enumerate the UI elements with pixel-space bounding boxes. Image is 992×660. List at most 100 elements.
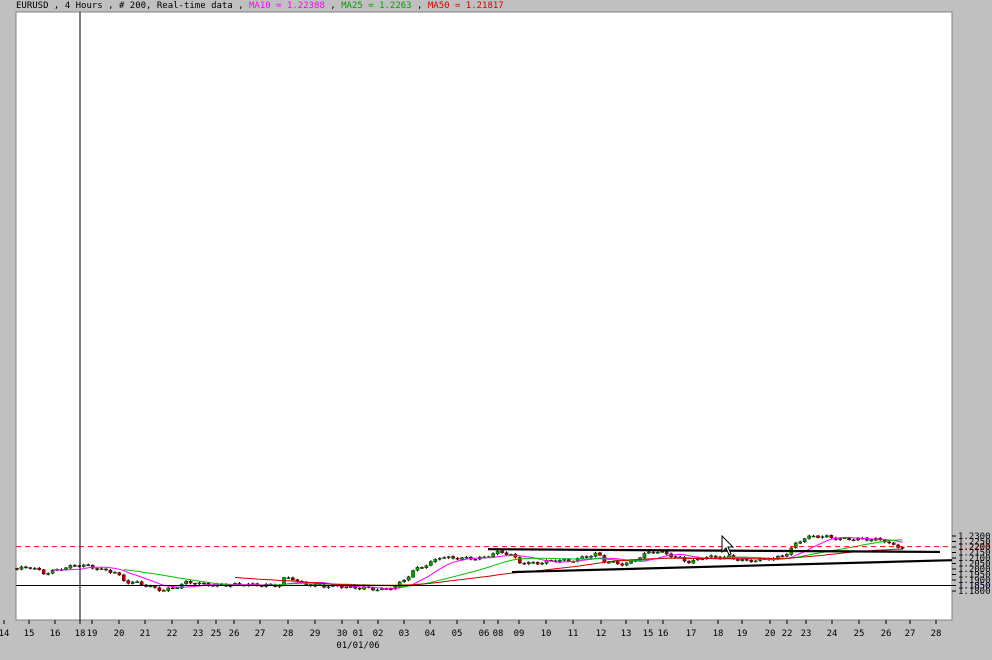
x-date-sublabel: 01/01/06 bbox=[336, 641, 379, 651]
candle bbox=[121, 573, 126, 582]
y-tick-label: 1.2300 bbox=[958, 532, 991, 542]
ma25-legend: MA25 = 1.2263 bbox=[341, 1, 411, 11]
x-tick-label: 06 bbox=[479, 629, 490, 639]
header-separator: , bbox=[412, 1, 428, 11]
x-tick-label: 09 bbox=[514, 629, 525, 639]
price-chart[interactable]: EURUSD , 4 Hours , # 200, Real-time data… bbox=[0, 0, 992, 660]
candle-body bbox=[540, 562, 544, 565]
candle-body bbox=[184, 581, 188, 584]
x-tick-label: 03 bbox=[399, 629, 410, 639]
candle-body bbox=[153, 585, 157, 588]
candle-body bbox=[451, 556, 455, 559]
plot-area[interactable] bbox=[15, 11, 953, 621]
candle-body bbox=[504, 552, 509, 555]
header-line: EURUSD , 4 Hours , # 200, Real-time data… bbox=[16, 1, 504, 11]
candle-body bbox=[847, 537, 851, 541]
x-tick-label: 26 bbox=[881, 629, 892, 639]
candle-body bbox=[46, 573, 50, 575]
candle-body bbox=[593, 552, 598, 557]
x-tick-label: 28 bbox=[283, 629, 294, 639]
candle-body bbox=[424, 565, 429, 568]
candle-body bbox=[50, 570, 55, 574]
candle-body bbox=[647, 551, 651, 554]
candle-body bbox=[99, 568, 104, 570]
candle-body bbox=[326, 586, 331, 588]
candle bbox=[41, 568, 46, 575]
candle-body bbox=[780, 555, 785, 557]
x-tick-label: 23 bbox=[801, 629, 812, 639]
chart-window: EURUSD , 4 Hours , # 200, Real-time data… bbox=[0, 0, 992, 660]
candle-body bbox=[615, 561, 620, 565]
candle-body bbox=[157, 587, 162, 591]
candle-body bbox=[33, 568, 37, 570]
x-tick-label: 18 bbox=[75, 629, 86, 639]
candle-body bbox=[15, 568, 19, 570]
candle-body bbox=[838, 538, 843, 540]
candle-body bbox=[202, 582, 206, 585]
x-tick-label: 10 bbox=[541, 629, 552, 639]
candle-body bbox=[629, 561, 633, 564]
candle-body bbox=[24, 566, 28, 569]
candle-body bbox=[500, 550, 504, 553]
candle-body bbox=[740, 559, 745, 561]
candle-body bbox=[887, 541, 891, 544]
x-tick-label: 02 bbox=[373, 629, 384, 639]
x-tick-label: 13 bbox=[621, 629, 632, 639]
header-separator: , bbox=[233, 1, 249, 11]
candle-body bbox=[495, 550, 500, 555]
candle-body bbox=[807, 535, 811, 539]
header-separator: , bbox=[325, 1, 341, 11]
candle-body bbox=[651, 551, 656, 554]
candle-body bbox=[700, 558, 705, 561]
candle-body bbox=[37, 567, 42, 571]
x-tick-label: 15 bbox=[24, 629, 35, 639]
candle-body bbox=[197, 582, 202, 585]
candle-body bbox=[802, 538, 807, 543]
candle-body bbox=[713, 555, 718, 558]
candle-body bbox=[709, 555, 713, 558]
candle-body bbox=[162, 590, 166, 592]
candle-body bbox=[135, 581, 139, 583]
candle-body bbox=[535, 562, 540, 565]
candle-body bbox=[130, 581, 135, 584]
candle-body bbox=[464, 556, 469, 559]
candle-body bbox=[402, 580, 406, 582]
candle-body bbox=[170, 587, 175, 590]
candle-body bbox=[598, 552, 602, 556]
candle-body bbox=[584, 556, 589, 558]
candle-body bbox=[522, 562, 527, 565]
candle-body bbox=[749, 560, 754, 562]
candle-body bbox=[745, 559, 749, 561]
candle-body bbox=[829, 535, 834, 538]
candle-body bbox=[460, 557, 464, 560]
x-tick-label: 19 bbox=[87, 629, 98, 639]
x-tick-label: 28 bbox=[931, 629, 942, 639]
candle-body bbox=[753, 560, 758, 563]
x-tick-label: 22 bbox=[167, 629, 178, 639]
candle bbox=[179, 583, 184, 590]
x-tick-label: 15 bbox=[643, 629, 654, 639]
candle-body bbox=[642, 553, 647, 559]
candle-body bbox=[86, 564, 90, 566]
symbol-info: EURUSD , 4 Hours , # 200, Real-time data bbox=[16, 1, 233, 11]
candle-body bbox=[656, 552, 660, 554]
candle-body bbox=[95, 568, 99, 570]
x-tick-label: 16 bbox=[658, 629, 669, 639]
x-tick-label: 16 bbox=[50, 629, 61, 639]
candle-body bbox=[411, 570, 415, 578]
candle-body bbox=[166, 587, 171, 592]
x-tick-label: 27 bbox=[905, 629, 916, 639]
candle-body bbox=[73, 565, 77, 567]
candle-body bbox=[148, 585, 153, 588]
candle-body bbox=[455, 557, 460, 560]
candle-body bbox=[620, 563, 624, 566]
candle bbox=[411, 569, 415, 578]
candle-body bbox=[691, 559, 696, 564]
candle-body bbox=[406, 576, 411, 581]
x-tick-label: 23 bbox=[193, 629, 204, 639]
candle-body bbox=[291, 577, 295, 581]
candle-body bbox=[104, 568, 108, 571]
x-tick-label: 24 bbox=[827, 629, 838, 639]
candle-body bbox=[820, 536, 825, 538]
candle-body bbox=[785, 554, 789, 557]
